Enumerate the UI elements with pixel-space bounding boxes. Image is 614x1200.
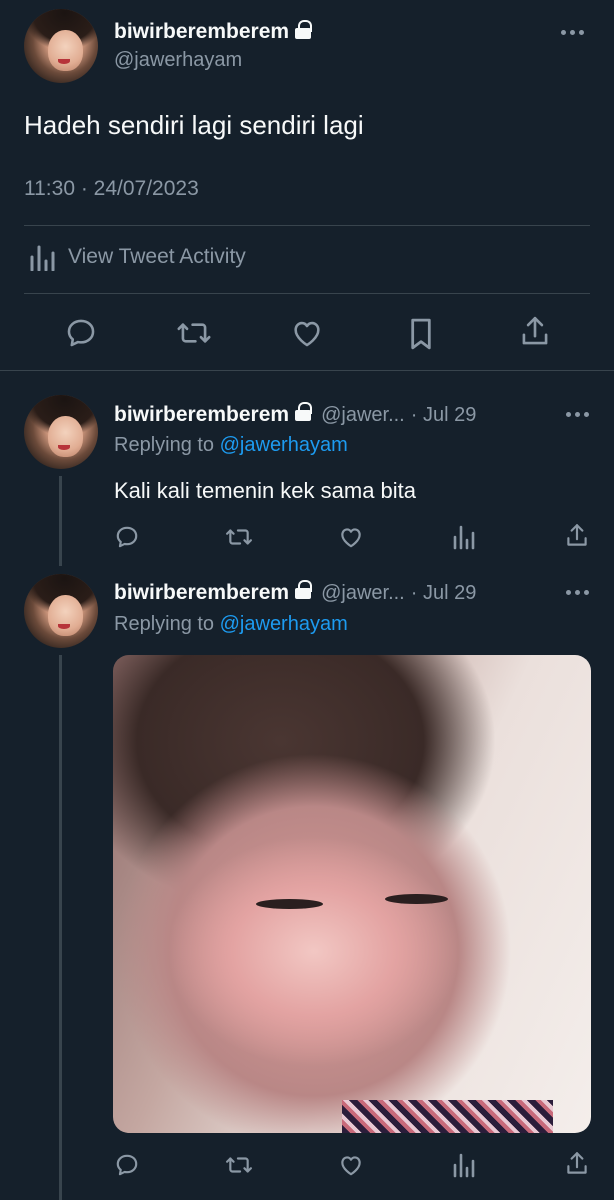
reply-icon[interactable]	[114, 1152, 140, 1178]
avatar[interactable]	[24, 395, 98, 469]
share-icon[interactable]	[564, 1150, 590, 1178]
like-icon[interactable]	[338, 1152, 364, 1178]
reply-date[interactable]: · Jul 29	[411, 582, 477, 605]
analytics-icon[interactable]	[452, 524, 476, 550]
lock-icon	[295, 402, 313, 421]
reply-header: biwirberemberem @jawer... · Jul 29	[114, 580, 514, 605]
more-options-icon[interactable]	[566, 412, 589, 417]
handle[interactable]: @jawer...	[321, 582, 405, 605]
tweet-media-image[interactable]	[113, 655, 591, 1133]
display-name[interactable]: biwirberemberem	[114, 403, 289, 427]
retweet-icon[interactable]	[224, 1152, 254, 1178]
replying-to-link[interactable]: @jawerhayam	[220, 434, 348, 456]
display-name[interactable]: biwirberemberem	[114, 581, 289, 605]
reply-text: Kali kali temenin kek sama bita	[114, 478, 417, 503]
analytics-icon[interactable]	[452, 1152, 476, 1178]
tweet-text: Hadeh sendiri lagi sendiri lagi	[24, 110, 364, 140]
more-options-icon[interactable]	[566, 590, 589, 595]
replying-to-prefix: Replying to	[114, 613, 215, 635]
handle[interactable]: @jawerhayam	[114, 49, 242, 72]
share-icon[interactable]	[564, 522, 590, 550]
display-name[interactable]: biwirberemberem	[114, 20, 289, 43]
view-tweet-activity[interactable]: View Tweet Activity	[28, 243, 246, 271]
reply-icon[interactable]	[64, 316, 98, 350]
avatar[interactable]	[24, 574, 98, 648]
reply-header: biwirberemberem @jawer... · Jul 29	[114, 402, 514, 427]
bookmark-icon[interactable]	[404, 316, 438, 352]
avatar[interactable]	[24, 9, 98, 83]
view-tweet-activity-label: View Tweet Activity	[68, 245, 246, 268]
analytics-icon	[28, 243, 56, 271]
reply-icon[interactable]	[114, 524, 140, 550]
section-divider	[0, 370, 614, 371]
thread-line	[59, 655, 62, 1200]
reply-date[interactable]: · Jul 29	[411, 404, 477, 427]
replying-to-prefix: Replying to	[114, 434, 215, 456]
author-name-row[interactable]: biwirberemberem	[114, 20, 313, 44]
thread-line	[59, 476, 62, 566]
divider	[24, 293, 590, 294]
more-options-icon[interactable]	[561, 30, 584, 35]
replying-to-link[interactable]: @jawerhayam	[220, 613, 348, 635]
tweet-timestamp[interactable]: 11:30 · 24/07/2023	[24, 177, 199, 201]
retweet-icon[interactable]	[224, 524, 254, 550]
like-icon[interactable]	[338, 524, 364, 550]
share-icon[interactable]	[518, 314, 552, 350]
divider	[24, 225, 590, 226]
lock-icon	[295, 580, 313, 599]
retweet-icon[interactable]	[176, 316, 212, 350]
replying-to: Replying to @jawerhayam	[114, 613, 348, 636]
replying-to: Replying to @jawerhayam	[114, 434, 348, 457]
like-icon[interactable]	[290, 316, 324, 350]
handle[interactable]: @jawer...	[321, 404, 405, 427]
lock-icon	[295, 20, 313, 39]
